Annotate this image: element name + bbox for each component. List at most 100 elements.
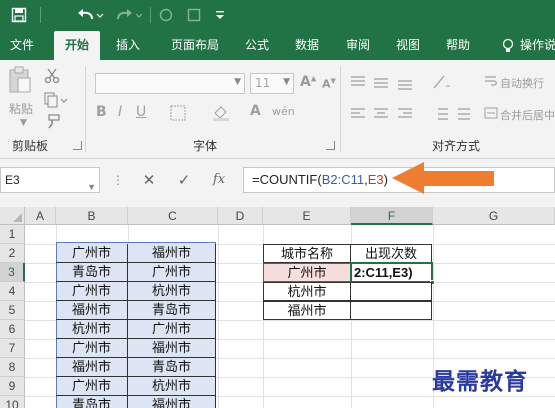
- cell-c10[interactable]: 福州市: [128, 396, 216, 408]
- lightbulb-icon[interactable]: [498, 31, 518, 60]
- format-painter-icon[interactable]: [44, 114, 60, 133]
- insert-function-button[interactable]: fx: [207, 169, 231, 191]
- cell-c8[interactable]: 青岛市: [128, 358, 216, 377]
- font-name-dropdown[interactable]: ▼: [95, 73, 245, 94]
- customize-icon[interactable]: [212, 4, 228, 26]
- cell-b6[interactable]: 杭州市: [56, 320, 128, 339]
- cell-b4[interactable]: 广州市: [56, 282, 128, 301]
- tab-data[interactable]: 数据: [287, 31, 327, 60]
- cell-b10[interactable]: 青岛市: [56, 396, 128, 408]
- increase-font-icon[interactable]: A▲: [300, 74, 316, 90]
- chevron-down-icon: ▼: [283, 77, 290, 87]
- align-left-icon[interactable]: [350, 106, 420, 125]
- tab-page-layout[interactable]: 页面布局: [160, 31, 230, 60]
- row-header-9[interactable]: 9: [0, 377, 25, 396]
- column-header-f[interactable]: F: [351, 207, 433, 225]
- quick-access-toolbar: [0, 0, 555, 31]
- cell-e4[interactable]: 杭州市: [263, 282, 351, 301]
- row-header-5[interactable]: 5: [0, 301, 25, 320]
- cell-c2[interactable]: 福州市: [128, 244, 216, 263]
- underline-icon[interactable]: U: [136, 104, 146, 120]
- cell-b3[interactable]: 青岛市: [56, 263, 128, 282]
- cell-b2[interactable]: 广州市: [56, 244, 128, 263]
- phonetic-icon[interactable]: wén: [272, 105, 295, 118]
- name-box-value: E3: [5, 173, 20, 187]
- toolbar-separator: [150, 7, 151, 23]
- cell-e2-header[interactable]: 城市名称: [263, 244, 351, 263]
- borders-icon[interactable]: [170, 105, 186, 124]
- name-box[interactable]: E3 ▼: [0, 167, 100, 193]
- tab-help[interactable]: 帮助: [438, 31, 478, 60]
- clipboard-group-label: 剪贴板: [12, 139, 49, 153]
- row-header-4[interactable]: 4: [0, 282, 25, 301]
- shape-icon[interactable]: [156, 4, 176, 26]
- copy-icon[interactable]: [44, 92, 68, 111]
- cut-icon[interactable]: [44, 68, 60, 87]
- bold-icon[interactable]: B: [96, 104, 107, 120]
- cell-c6[interactable]: 广州市: [128, 320, 216, 339]
- cell-f4[interactable]: [350, 282, 432, 301]
- cell-c7[interactable]: 福州市: [128, 339, 216, 358]
- toolbar-separator: [40, 7, 41, 23]
- italic-icon[interactable]: I: [118, 104, 122, 120]
- square-icon[interactable]: [184, 4, 204, 26]
- column-header-g[interactable]: G: [433, 207, 555, 225]
- paste-dropdown-icon[interactable]: ▼: [20, 118, 27, 128]
- fill-color-icon[interactable]: [212, 105, 230, 124]
- column-header-c[interactable]: C: [128, 207, 218, 225]
- cancel-button[interactable]: ✕: [137, 169, 161, 191]
- row-header-7[interactable]: 7: [0, 339, 25, 358]
- tab-home[interactable]: 开始: [54, 31, 100, 60]
- row-header-10[interactable]: 10: [0, 396, 25, 408]
- cell-b9[interactable]: 广州市: [56, 377, 128, 396]
- tab-insert[interactable]: 插入: [106, 31, 150, 60]
- tab-tell-me[interactable]: 操作说: [520, 31, 555, 60]
- cell-e5[interactable]: 福州市: [263, 301, 351, 320]
- undo-icon[interactable]: [72, 4, 106, 26]
- cell-f5[interactable]: [350, 301, 432, 320]
- cell-e3[interactable]: 广州市: [263, 263, 351, 282]
- row-header-3[interactable]: 3: [0, 263, 25, 282]
- tab-formulas[interactable]: 公式: [237, 31, 277, 60]
- cell-c4[interactable]: 杭州市: [128, 282, 216, 301]
- tab-review[interactable]: 审阅: [338, 31, 378, 60]
- row-header-1[interactable]: 1: [0, 225, 25, 244]
- cell-b7[interactable]: 广州市: [56, 339, 128, 358]
- column-header-d[interactable]: D: [218, 207, 263, 225]
- align-top-icon[interactable]: [350, 74, 420, 93]
- tab-view[interactable]: 视图: [388, 31, 428, 60]
- tab-file[interactable]: 文件: [2, 31, 42, 60]
- merge-center-icon[interactable]: [484, 106, 498, 123]
- row-header-2[interactable]: 2: [0, 244, 25, 263]
- row-header-6[interactable]: 6: [0, 320, 25, 339]
- column-header-b[interactable]: B: [56, 207, 128, 225]
- redo-icon[interactable]: [112, 4, 146, 26]
- cell-b8[interactable]: 福州市: [56, 358, 128, 377]
- cell-c5[interactable]: 青岛市: [128, 301, 216, 320]
- cell-f3-active[interactable]: 2:C11,E3): [350, 262, 433, 283]
- font-size-dropdown[interactable]: 11 ▼: [250, 73, 294, 94]
- font-launcher-icon[interactable]: [326, 141, 335, 150]
- cell-b5[interactable]: 福州市: [56, 301, 128, 320]
- wrap-text-button[interactable]: 自动换行: [500, 75, 544, 91]
- clipboard-launcher-icon[interactable]: [73, 141, 82, 150]
- cell-c9[interactable]: 杭州市: [128, 377, 216, 396]
- decrease-font-icon[interactable]: A▼: [322, 77, 336, 91]
- indent-icon[interactable]: [432, 106, 472, 125]
- merge-center-button[interactable]: 合并后居中: [500, 107, 555, 123]
- cell-f2-header[interactable]: 出现次数: [350, 244, 432, 263]
- save-icon[interactable]: [8, 4, 30, 26]
- formula-prefix: =COUNTIF(: [252, 172, 322, 187]
- orientation-icon[interactable]: [432, 74, 452, 93]
- font-color-icon[interactable]: A: [250, 103, 261, 119]
- paste-icon[interactable]: [8, 66, 32, 97]
- row-header-8[interactable]: 8: [0, 358, 25, 377]
- wrap-text-icon[interactable]: [484, 74, 498, 91]
- column-header-e[interactable]: E: [263, 207, 351, 225]
- confirm-button[interactable]: ✓: [172, 169, 196, 191]
- select-all-corner[interactable]: [0, 207, 25, 225]
- cell-c3[interactable]: 广州市: [128, 263, 216, 282]
- drag-handle-icon[interactable]: ⋮: [112, 173, 124, 187]
- paste-label[interactable]: 粘贴: [9, 100, 33, 117]
- column-header-a[interactable]: A: [25, 207, 56, 225]
